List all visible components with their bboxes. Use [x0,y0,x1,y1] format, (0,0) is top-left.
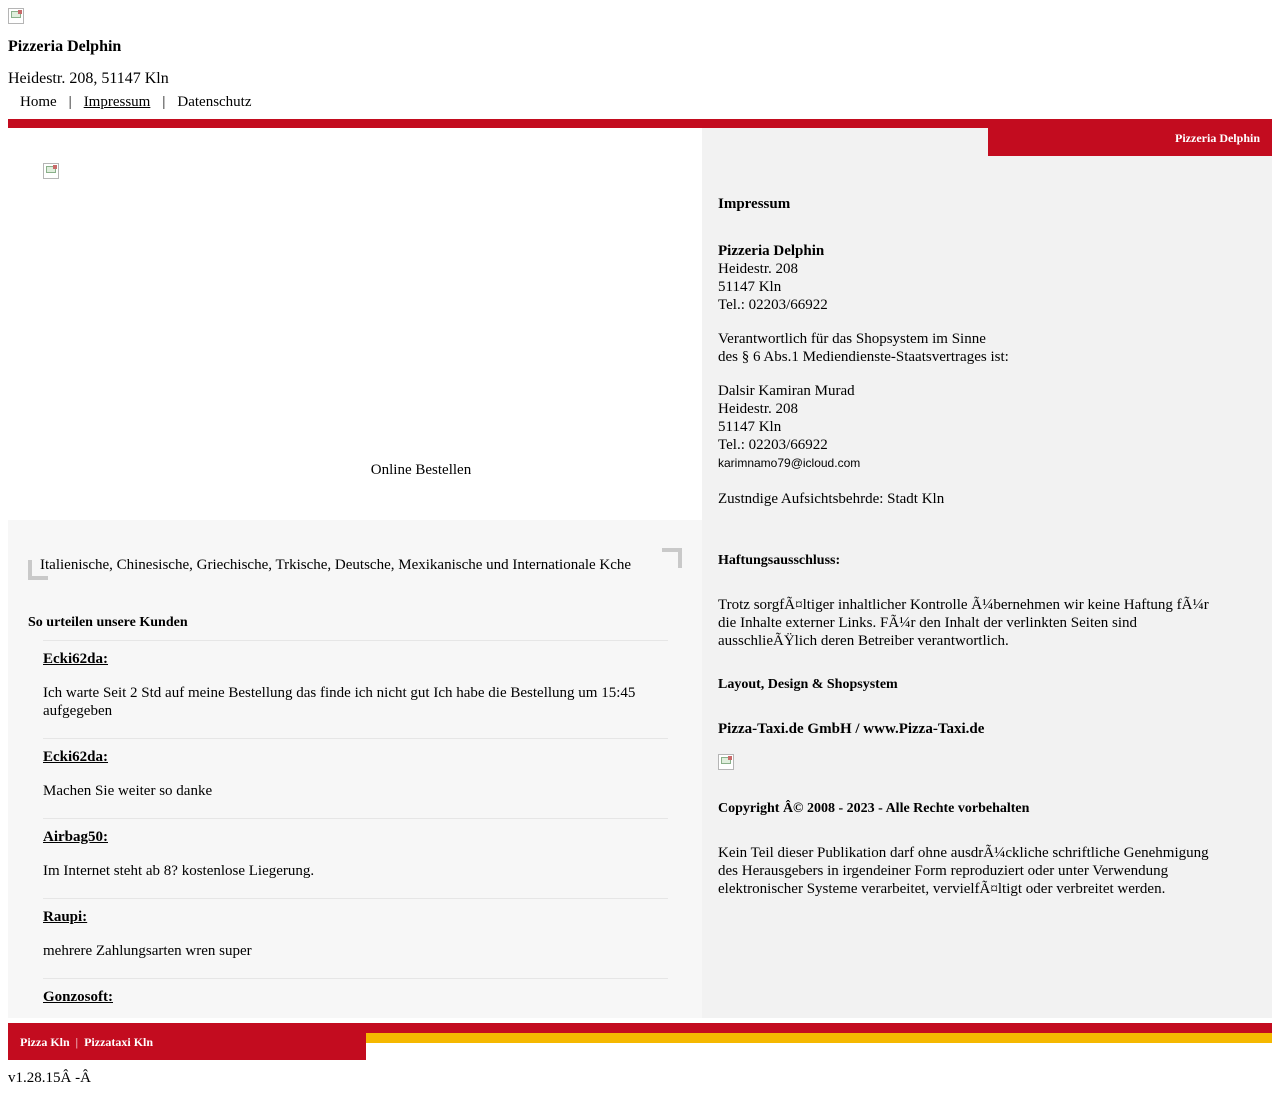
responsible-line-1: Verantwortlich für das Shopsystem im Sin… [718,331,986,347]
impressum-phone: Tel.: 02203/66922 [718,297,828,313]
provider-broken-image-icon[interactable] [718,754,734,770]
main-banner-panel: Online Bestellen [8,128,702,520]
responsible-line-2: des § 6 Abs.1 Mediendienste-Staatsvertra… [718,349,1009,365]
nav-datenschutz-link[interactable]: Datenschutz [165,94,263,111]
reviews-heading: So urteilen unsere Kunden [28,615,188,630]
nav-home-link[interactable]: Home [8,94,69,111]
header-address: Heidestr. 208, 51147 Kln [8,70,169,87]
banner-broken-image-icon[interactable] [43,163,59,179]
footer-links: Pizza Kln | Pizzataxi Kln [20,1035,153,1050]
cuisine-and-reviews-panel: Italienische, Chinesische, Griechische, … [8,520,702,1018]
review-author-link[interactable]: Raupi: [43,909,87,926]
impressum-city: 51147 Kln [718,279,782,295]
review-item: Ecki62da: Ich warte Seit 2 Std auf meine… [43,640,668,738]
review-text: Machen Sie weiter so danke [43,783,213,799]
nav-impressum-link[interactable]: Impressum [72,94,163,111]
impressum-street: Heidestr. 208 [718,261,798,277]
copyright-text: Copyright Â© 2008 - 2023 - Alle Rechte v… [718,801,1030,816]
top-navigation: Home | Impressum | Datenschutz [8,94,264,111]
review-author-link[interactable]: Ecki62da: [43,651,108,668]
header-restaurant-name: Pizzeria Delphin [8,38,122,55]
review-item: Airbag50: Im Internet steht ab 8? kosten… [43,818,668,898]
layout-title: Layout, Design & Shopsystem [718,677,898,692]
rights-line-3: elektronischer Systeme verarbeitet, verv… [718,881,1166,897]
cuisines-text: Italienische, Chinesische, Griechische, … [40,557,632,573]
impressum-company: Pizzeria Delphin [718,243,825,259]
review-text: Ich warte Seit 2 Std auf meine Bestellun… [43,685,636,719]
disclaimer-line-1: Trotz sorgfÃ¤ltiger inhaltlicher Kontrol… [718,597,1209,613]
quote-corner-top-right [662,548,682,568]
footer-pizzataxi-link[interactable]: Pizzataxi Kln [84,1035,153,1050]
review-item: Raupi: mehrere Zahlungsarten wren super [43,898,668,978]
version-text: v1.28.15Â -Â [8,1070,91,1086]
impressum-title: Impressum [718,196,791,212]
person-email: karimnamo79@icloud.com [718,456,861,470]
footer-yellow-bar [366,1033,1272,1043]
logo-broken-image-icon [8,8,24,24]
review-text: mehrere Zahlungsarten wren super [43,943,252,959]
rights-line-1: Kein Teil dieser Publikation darf ohne a… [718,845,1209,861]
disclaimer-line-2: die Inhalte externer Links. FÃ¼r den Inh… [718,615,1138,631]
reviews-list: Ecki62da: Ich warte Seit 2 Std auf meine… [43,640,668,1058]
footer-red-bar [8,1023,1272,1033]
impressum-tab: Pizzeria Delphin [988,128,1272,156]
disclaimer-title: Haftungsausschluss: [718,553,841,568]
person-phone: Tel.: 02203/66922 [718,437,828,453]
responsible-person: Dalsir Kamiran Murad [718,383,855,399]
footer-separator: | [75,1035,79,1049]
header-red-bar [8,119,1272,128]
impressum-panel: Pizzeria Delphin Impressum Pizzeria Delp… [702,128,1272,1018]
review-author-link[interactable]: Airbag50: [43,829,108,846]
authority-text: Zustndige Aufsichtsbehrde: Stadt Kln [718,491,945,507]
review-author-link[interactable]: Ecki62da: [43,749,108,766]
provider-text: Pizza-Taxi.de GmbH / www.Pizza-Taxi.de [718,721,985,737]
person-city: 51147 Kln [718,419,782,435]
review-author-link[interactable]: Gonzosoft: [43,989,113,1006]
footer-pizza-link[interactable]: Pizza Kln [20,1035,70,1050]
person-street: Heidestr. 208 [718,401,798,417]
rights-line-2: des Herausgebers in irgendeiner Form rep… [718,863,1169,879]
review-item: Ecki62da: Machen Sie weiter so danke [43,738,668,818]
disclaimer-line-3: ausschlieÃŸlich deren Betreiber verantwo… [718,633,1009,649]
review-text: Im Internet steht ab 8? kostenlose Liege… [43,863,315,879]
